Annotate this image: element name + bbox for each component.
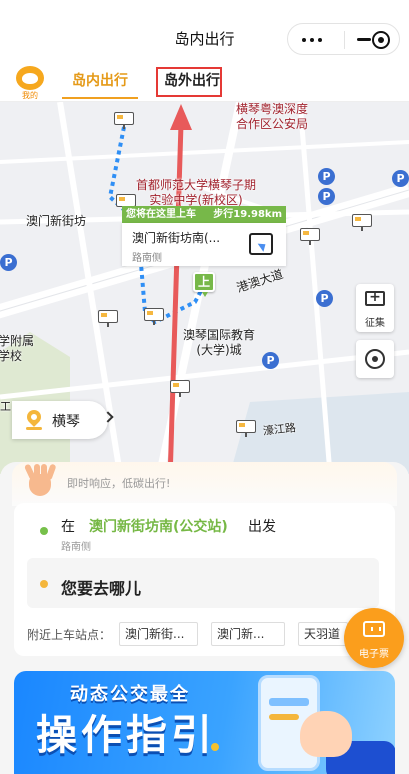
- my-profile-button[interactable]: 我的: [14, 66, 46, 100]
- city-selector[interactable]: 横琴: [12, 401, 114, 439]
- parking-icon: P: [318, 188, 335, 205]
- guide-banner[interactable]: 动态公交最全 操作指引: [14, 671, 395, 774]
- bus-stop-icon[interactable]: [98, 310, 118, 327]
- hand-illustration: [300, 711, 352, 757]
- boarding-popup[interactable]: 您将在这里上车 步行19.98km 澳门新街坊南(... 路南侧: [122, 206, 286, 266]
- parking-icon: P: [318, 168, 335, 185]
- bus-stop-icon[interactable]: [352, 214, 372, 231]
- locate-icon: [365, 349, 385, 369]
- parking-icon: P: [0, 254, 17, 271]
- start-dot: [40, 527, 48, 535]
- destination-placeholder[interactable]: 您要去哪儿: [61, 575, 141, 599]
- origin-suffix: 出发: [248, 519, 276, 535]
- parking-icon: P: [262, 352, 279, 369]
- map-label-school-left: 学附属 学校: [0, 334, 35, 363]
- avatar-icon: [16, 66, 44, 90]
- collect-icon: [365, 289, 385, 306]
- locate-button[interactable]: [356, 340, 394, 378]
- origin-prefix: 在: [61, 519, 75, 535]
- popup-station-name: 澳门新街坊南(...: [132, 231, 221, 245]
- map-label-school: 首都师范大学横琴子期 实验中学(新校区): [136, 178, 257, 207]
- slogan-text: 即时响应，低碳出行!: [67, 477, 171, 490]
- bus-stop-icon[interactable]: [144, 308, 164, 325]
- origin-side: 路南侧: [61, 542, 91, 553]
- parking-icon: P: [392, 170, 409, 187]
- collect-button[interactable]: 征集: [356, 284, 394, 332]
- capsule-divider: [344, 31, 345, 49]
- end-dot: [40, 580, 48, 588]
- boarding-station-marker[interactable]: 上: [193, 272, 215, 297]
- boarding-popup-header: 您将在这里上车 步行19.98km: [122, 206, 286, 223]
- nav-bar: 岛内出行: [0, 0, 409, 58]
- bus-stop-icon[interactable]: [300, 228, 320, 245]
- collect-label: 征集: [365, 318, 385, 329]
- origin-station[interactable]: 澳门新街坊南(公交站): [89, 516, 228, 536]
- bus-stop-icon[interactable]: [114, 112, 134, 129]
- navigate-icon[interactable]: [249, 233, 273, 255]
- map-label-police-station: 横琴粤澳深度 合作区公安局: [236, 102, 309, 131]
- walk-distance: 步行19.98km: [213, 209, 282, 220]
- nearby-stop-chip[interactable]: 澳门新...: [211, 622, 285, 646]
- avatar-label: 我的: [22, 91, 38, 100]
- highlight-box: [156, 67, 222, 97]
- minimize-icon[interactable]: [357, 38, 371, 41]
- miniprogram-capsule: [287, 23, 400, 55]
- banner-title: 操作指引: [36, 711, 216, 759]
- close-miniprogram-icon[interactable]: [372, 31, 390, 49]
- waving-hand-icon: [23, 462, 59, 498]
- popup-station-side: 路南侧: [132, 253, 162, 264]
- bus-stop-icon[interactable]: [236, 420, 256, 437]
- map-label-macau-street: 澳门新街坊: [26, 214, 87, 228]
- more-icon[interactable]: [302, 38, 324, 42]
- map-label-left-edge: 工: [0, 400, 11, 413]
- tab-island-travel[interactable]: 岛内出行: [62, 70, 138, 99]
- ticket-icon: [363, 621, 385, 637]
- eticket-label: 电子票: [359, 649, 389, 660]
- city-name: 横琴: [52, 414, 80, 430]
- bus-stop-icon[interactable]: [170, 380, 190, 397]
- map-label-education-city: 澳琴国际教育 (大学)城: [183, 328, 256, 357]
- nearby-stops-label: 附近上车站点：: [27, 628, 112, 642]
- parking-icon: P: [316, 290, 333, 307]
- nearby-stop-chip[interactable]: 澳门新街...: [119, 622, 198, 646]
- eticket-button[interactable]: 电子票: [344, 608, 404, 668]
- location-pin-icon: [24, 407, 44, 427]
- nearby-stop-chip[interactable]: 天羽道: [298, 622, 348, 646]
